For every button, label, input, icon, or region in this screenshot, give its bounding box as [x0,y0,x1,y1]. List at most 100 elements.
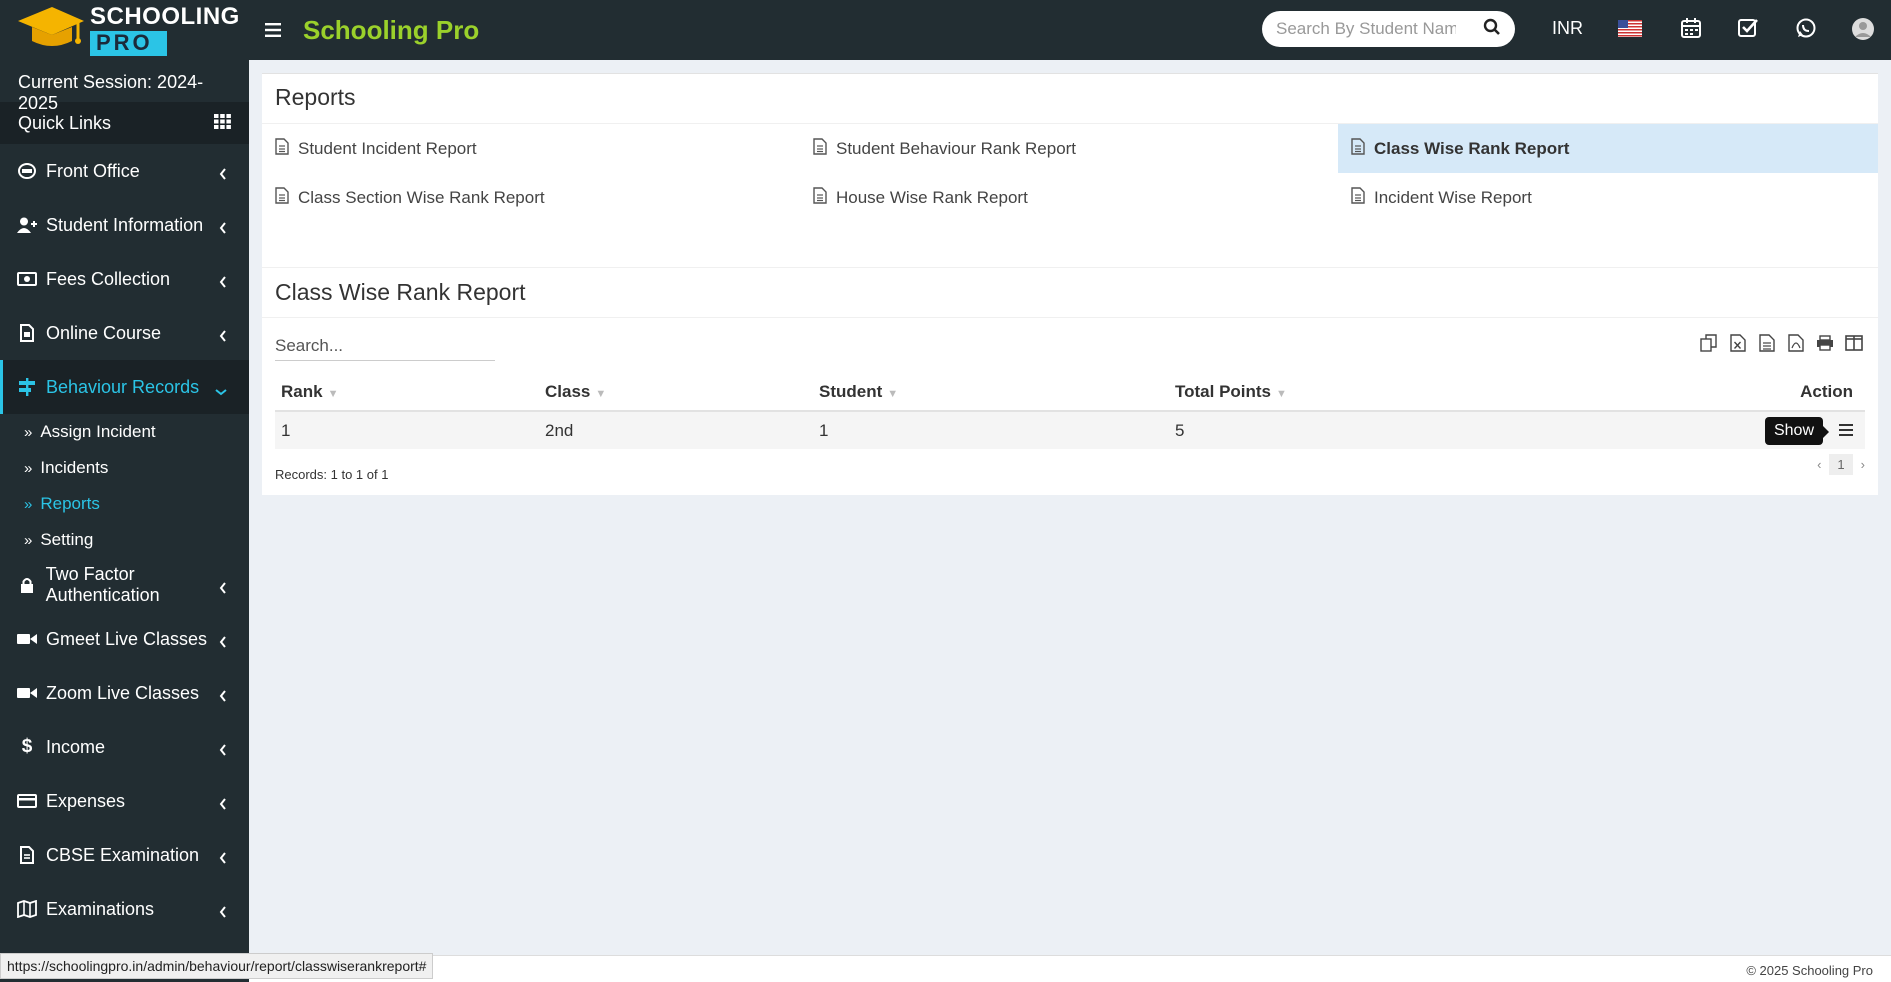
reports-list: Student Incident Report Student Behaviou… [262,124,1878,268]
column-header-rank[interactable]: Rank ▼ [275,373,539,412]
column-header-label: Rank [281,381,323,401]
currency-selector[interactable]: INR [1552,18,1583,39]
sidebar-item-expenses[interactable]: Expenses [0,774,249,828]
sidebar-item-label: Expenses [46,790,126,811]
double-chevron-icon: » [24,423,33,441]
chevron-left-icon [219,632,227,653]
submenu-label: Incidents [40,458,109,477]
column-header-action: Action [1569,373,1865,412]
sidebar: Current Session: 2024-2025 Quick Links F… [0,60,249,982]
us-flag-icon[interactable] [1618,20,1642,37]
prev-page-button[interactable]: ‹ [1817,457,1821,472]
copyright-text: © 2025 Schooling Pro [1746,963,1873,978]
column-header-total-points[interactable]: Total Points ▼ [1169,373,1569,412]
sidebar-item-two-factor-authentication[interactable]: Two Factor Authentication [0,558,249,612]
next-page-button[interactable]: › [1861,457,1865,472]
cell-total-points: 5 [1169,411,1569,449]
report-link-student-incident[interactable]: Student Incident Report [262,124,800,173]
sidebar-item-behaviour-records[interactable]: Behaviour Records [0,360,249,414]
copy-icon[interactable] [1698,332,1720,354]
page-number-button[interactable]: 1 [1829,454,1853,475]
front-office-icon [16,160,38,182]
menu-icon[interactable] [265,17,283,43]
document-icon [275,137,289,160]
sidebar-item-zoom-live-classes[interactable]: Zoom Live Classes [0,666,249,720]
behaviour-submenu: » Assign Incident » Incidents » Reports » Se… [0,414,249,558]
submenu-reports[interactable]: » Reports [0,486,249,522]
records-info: Records: 1 to 1 of 1 [275,467,389,482]
report-link-house-wise-rank[interactable]: House Wise Rank Report [800,173,1338,222]
submenu-label: Reports [40,494,100,513]
report-link-incident-wise[interactable]: Incident Wise Report [1338,173,1878,222]
double-chevron-icon: » [24,531,33,549]
column-header-label: Class [545,381,591,401]
current-session: Current Session: 2024-2025 [18,72,204,113]
course-file-icon [16,322,38,344]
document-icon [1351,137,1365,160]
sidebar-item-front-office[interactable]: Front Office [0,144,249,198]
sidebar-item-examinations[interactable]: Examinations [0,882,249,936]
print-icon[interactable] [1814,332,1836,354]
csv-icon[interactable] [1756,332,1778,354]
chevron-left-icon [219,218,227,239]
grid-icon[interactable] [214,113,231,134]
logo[interactable]: SCHOOLING PRO [0,0,249,60]
sidebar-item-label: Examinations [46,898,155,919]
sidebar-item-student-information[interactable]: Student Information [0,198,249,252]
logo-text: SCHOOLING [90,2,240,30]
sidebar-item-fees-collection[interactable]: Fees Collection [0,252,249,306]
sidebar-item-gmeet-live-classes[interactable]: Gmeet Live Classes [0,612,249,666]
column-header-class[interactable]: Class ▼ [539,373,813,412]
report-link-label: Class Section Wise Rank Report [298,187,545,207]
pdf-icon[interactable] [1785,332,1807,354]
excel-icon[interactable] [1727,332,1749,354]
chevron-left-icon [219,686,227,707]
report-link-label: House Wise Rank Report [836,187,1028,207]
reports-panel: Reports Student Incident Report Student … [262,73,1878,495]
report-link-class-section-wise-rank[interactable]: Class Section Wise Rank Report [262,173,800,222]
column-header-label: Student [819,381,883,401]
document-icon [16,844,38,866]
chevron-left-icon [219,794,227,815]
submenu-setting[interactable]: » Setting [0,522,249,558]
submenu-label: Assign Incident [40,422,156,441]
task-check-icon[interactable] [1737,17,1761,41]
dollar-icon: $ [21,736,33,757]
pagination: ‹ 1 › [1817,454,1865,475]
video-icon [16,628,38,650]
document-icon [1351,186,1365,209]
quick-links-label: Quick Links [18,112,112,133]
sidebar-item-online-course[interactable]: Online Course [0,306,249,360]
chevron-left-icon [219,902,227,923]
report-link-label: Incident Wise Report [1374,187,1532,207]
search-icon[interactable] [1483,18,1501,41]
whatsapp-icon[interactable] [1795,17,1819,41]
submenu-incidents[interactable]: » Incidents [0,450,249,486]
columns-icon[interactable] [1843,332,1865,354]
table-header-row: Rank ▼ Class ▼ Student ▼ Total Points ▼ Acti… [275,373,1865,412]
sidebar-item-label: Online Course [46,322,162,343]
cell-rank: 1 [275,411,539,449]
list-icon[interactable] [1839,421,1853,440]
export-toolbar [1698,332,1865,354]
student-search-input[interactable] [1276,19,1456,39]
sidebar-item-cbse-examination[interactable]: CBSE Examination [0,828,249,882]
calendar-icon[interactable] [1680,17,1704,41]
report-link-label: Student Incident Report [298,138,477,158]
column-header-student[interactable]: Student ▼ [813,373,1169,412]
cell-student: 1 [813,411,1169,449]
report-link-class-wise-rank[interactable]: Class Wise Rank Report [1338,124,1878,173]
table-search-input[interactable] [275,332,495,361]
rank-report-title: Class Wise Rank Report [262,268,1878,318]
user-avatar-icon[interactable] [1851,17,1875,41]
document-icon [813,137,827,160]
user-plus-icon [16,214,38,236]
chevron-left-icon [219,326,227,347]
document-icon [275,186,289,209]
report-link-label: Student Behaviour Rank Report [836,138,1077,158]
submenu-assign-incident[interactable]: » Assign Incident [0,414,249,450]
report-link-student-behaviour-rank[interactable]: Student Behaviour Rank Report [800,124,1338,173]
rank-table: Rank ▼ Class ▼ Student ▼ Total Points ▼ Acti… [275,373,1865,449]
sidebar-item-income[interactable]: $ Income [0,720,249,774]
chevron-left-icon [219,578,227,599]
